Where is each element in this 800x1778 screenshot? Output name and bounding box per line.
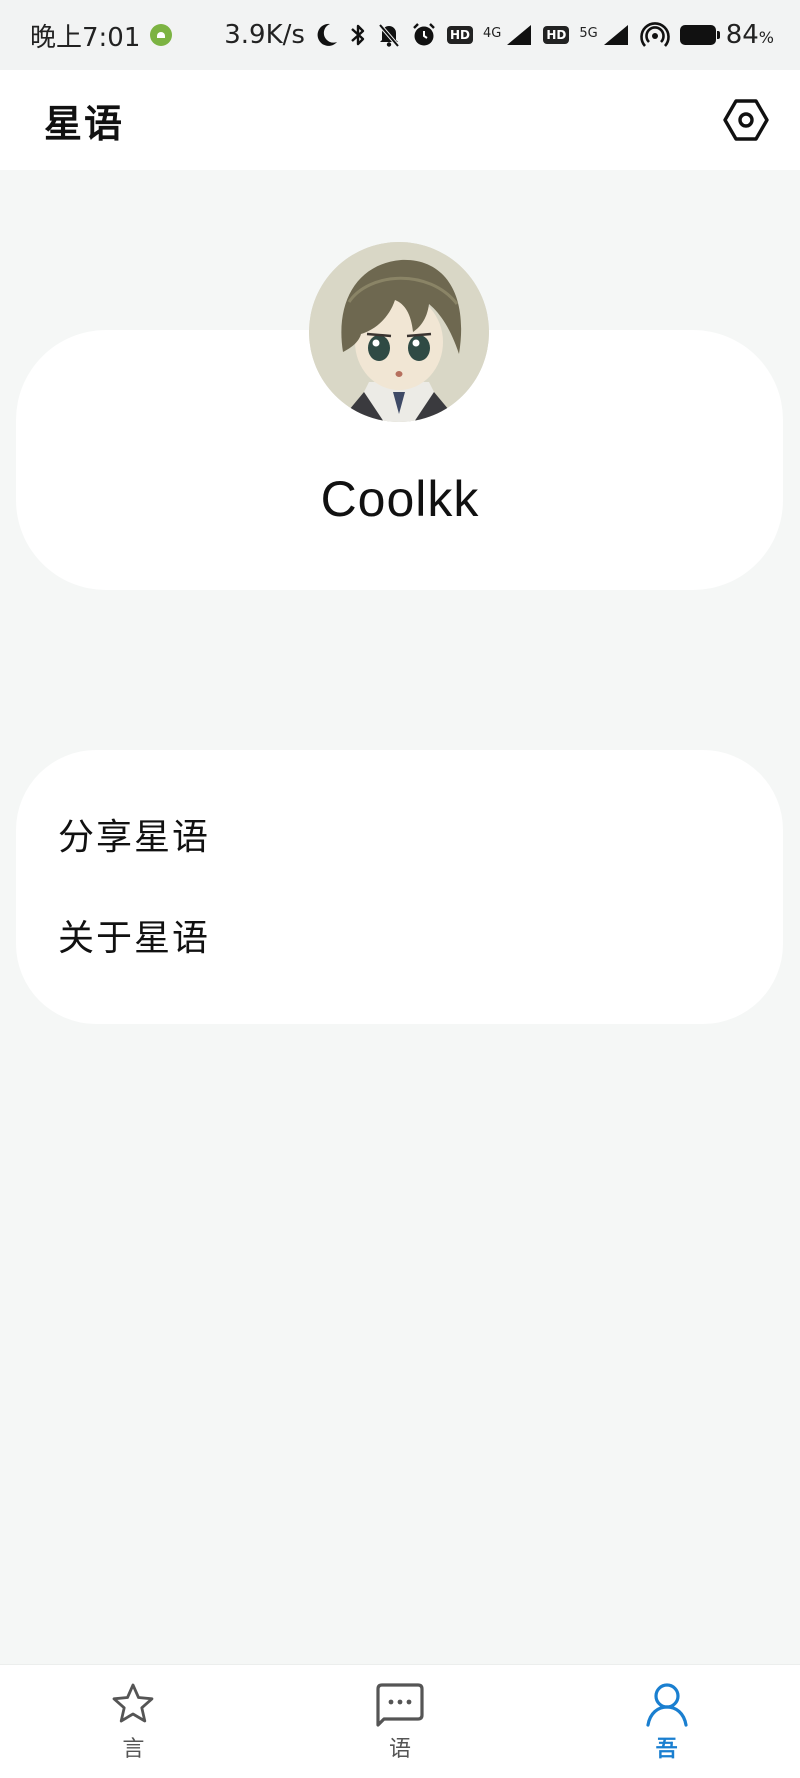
app-notification-icon xyxy=(150,24,173,46)
menu-item-about[interactable]: 关于星语 xyxy=(16,886,783,992)
nav-tab-label: 语 xyxy=(388,1736,411,1762)
bell-muted-icon xyxy=(377,20,401,50)
moon-icon xyxy=(315,20,339,50)
network-4g-label: 4G xyxy=(482,26,502,41)
star-icon xyxy=(112,1683,154,1722)
app-bar: 星语 xyxy=(0,70,800,170)
bluetooth-icon xyxy=(349,20,367,50)
menu-card: 分享星语 关于星语 xyxy=(16,750,783,1024)
status-bar: 晚上7:01 3.9K/s HD 4G HD 5G 84% xyxy=(0,0,800,70)
username: Coolkk xyxy=(320,471,480,527)
status-left: 晚上7:01 xyxy=(30,17,173,54)
settings-hexagon-icon xyxy=(723,99,769,141)
person-icon xyxy=(646,1682,688,1727)
nav-tab-label: 言 xyxy=(122,1736,145,1762)
hd-icon: HD xyxy=(446,20,473,50)
net-speed: 3.9K/s xyxy=(224,20,305,50)
battery-percent: 84% xyxy=(725,20,774,50)
nav-tab-yu[interactable]: 语 xyxy=(320,1681,480,1763)
nav-tab-yan[interactable]: 言 xyxy=(53,1681,213,1763)
alarm-icon xyxy=(411,20,437,50)
status-time: 晚上7:01 xyxy=(30,22,141,53)
battery-icon xyxy=(679,20,720,50)
page-title: 星语 xyxy=(44,101,125,146)
hotspot-icon xyxy=(639,20,670,50)
nav-tab-label: 吾 xyxy=(655,1736,678,1762)
settings-button[interactable] xyxy=(720,94,772,146)
bottom-nav: 言 语 吾 xyxy=(0,1664,800,1778)
signal-icon xyxy=(505,20,533,50)
avatar[interactable] xyxy=(309,242,489,422)
hd-icon: HD xyxy=(543,20,570,50)
message-icon xyxy=(376,1682,424,1727)
signal-icon xyxy=(602,20,630,50)
status-right: 3.9K/s HD 4G HD 5G 84% xyxy=(224,20,774,50)
nav-tab-wu[interactable]: 吾 xyxy=(587,1681,747,1763)
menu-item-share[interactable]: 分享星语 xyxy=(16,790,783,886)
network-5g-label: 5G xyxy=(579,26,598,41)
